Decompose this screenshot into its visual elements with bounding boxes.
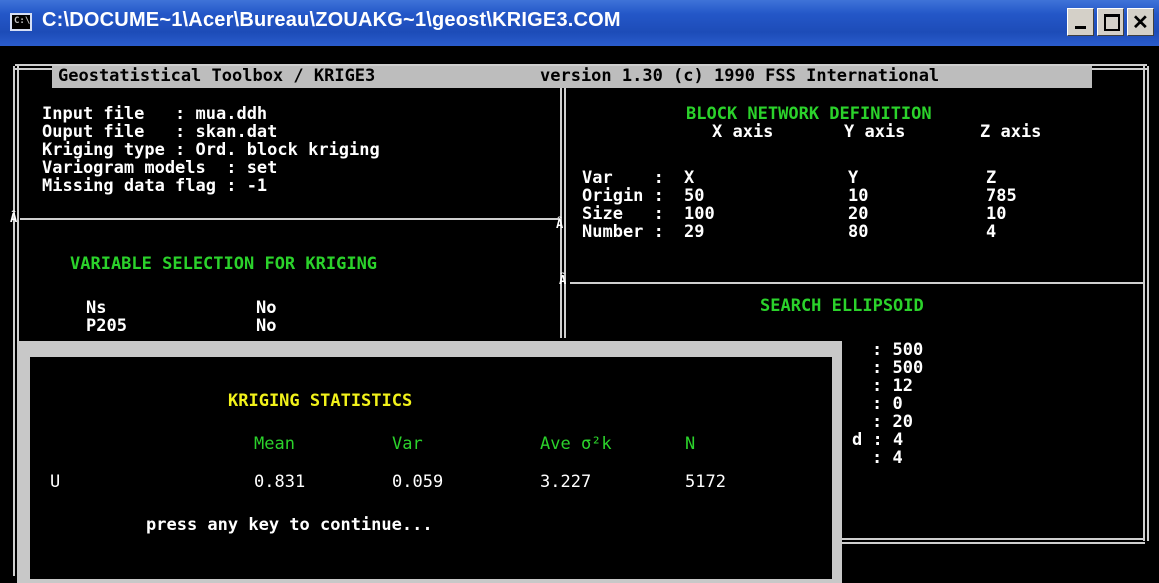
block-network-x: 100 — [684, 204, 715, 224]
search-ellipsoid-value: : 4 — [872, 448, 903, 468]
minimize-icon — [1075, 26, 1086, 29]
variogram-models: Variogram models : set — [42, 158, 278, 178]
header-title: Geostatistical Toolbox / KRIGE3 — [58, 66, 376, 86]
missing-data-flag: Missing data flag : -1 — [42, 176, 268, 196]
stats-col-ave: Ave σ²k — [540, 434, 612, 454]
close-button[interactable]: ✕ — [1127, 8, 1154, 36]
block-network-y: Y — [848, 168, 859, 188]
stats-variable: U — [50, 472, 61, 492]
stats-mean: 0.831 — [254, 472, 306, 492]
center-divider — [560, 88, 566, 338]
variable-value[interactable]: No — [256, 318, 276, 335]
header-version: version 1.30 (c) 1990 FSS International — [540, 66, 940, 86]
block-network-col-z: Z axis — [980, 122, 1042, 142]
block-network-z: 4 — [986, 222, 997, 242]
search-ellipsoid-value: : 0 — [872, 394, 903, 414]
search-ellipsoid-value: : 500 — [872, 358, 924, 378]
block-network-row-label: Var : — [582, 168, 664, 188]
maximize-button[interactable] — [1097, 8, 1124, 36]
block-network-z: Z — [986, 168, 997, 188]
minimize-button[interactable] — [1067, 8, 1094, 36]
window-title: C:\DOCUME~1\Acer\Bureau\ZOUAKG~1\geost\K… — [42, 9, 621, 31]
kriging-statistics-panel: KRIGING STATISTICS Mean Var Ave σ²k N U … — [30, 357, 832, 579]
continue-prompt[interactable]: press any key to continue... — [146, 517, 433, 534]
search-ellipsoid-value: : 500 — [872, 340, 924, 360]
stats-ave: 3.227 — [540, 472, 592, 492]
search-ellipsoid-value: d : 4 — [852, 430, 904, 450]
block-network-row-label: Number : — [582, 222, 664, 242]
block-network-col-y: Y axis — [844, 122, 906, 142]
stats-var: 0.059 — [392, 472, 444, 492]
variable-value[interactable]: No — [256, 300, 276, 317]
kriging-statistics-title: KRIGING STATISTICS — [228, 391, 413, 411]
block-network-y: 10 — [848, 186, 869, 206]
block-network-row-label: Size : — [582, 204, 664, 224]
block-network-row-label: Origin : — [582, 186, 664, 206]
border-marker-right: Â — [559, 273, 567, 287]
block-network-title: BLOCK NETWORK DEFINITION — [686, 104, 932, 124]
right-separator — [570, 282, 1143, 284]
block-network-y: 80 — [848, 222, 869, 242]
console-icon[interactable]: C:\ — [10, 13, 32, 31]
frame-bottom-border — [830, 538, 1145, 544]
variable-name: Ns — [86, 298, 107, 318]
kriging-type: Kriging type : Ord. block kriging — [42, 140, 380, 160]
frame-right-border — [1143, 66, 1149, 541]
stats-col-var: Var — [392, 434, 423, 454]
close-icon: ✕ — [1132, 12, 1149, 34]
search-ellipsoid-value: : 20 — [872, 412, 913, 432]
window-title-bar[interactable]: C:\ C:\DOCUME~1\Acer\Bureau\ZOUAKG~1\geo… — [0, 0, 1159, 46]
maximize-icon — [1104, 14, 1120, 31]
variable-name: P205 — [86, 316, 127, 336]
block-network-x: 50 — [684, 186, 705, 206]
search-ellipsoid-title: SEARCH ELLIPSOID — [760, 296, 924, 316]
variable-selection-title: VARIABLE SELECTION FOR KRIGING — [70, 254, 378, 274]
border-marker-mid: Â — [556, 217, 564, 231]
block-network-z: 785 — [986, 186, 1017, 206]
input-file: Input file : mua.ddh — [42, 104, 268, 124]
kriging-statistics-dialog[interactable]: KRIGING STATISTICS Mean Var Ave σ²k N U … — [17, 341, 842, 583]
block-network-y: 20 — [848, 204, 869, 224]
block-network-z: 10 — [986, 204, 1007, 224]
output-file: Ouput file : skan.dat — [42, 122, 278, 142]
left-separator — [20, 218, 560, 220]
block-network-x: 29 — [684, 222, 705, 242]
block-network-x: X — [684, 168, 695, 188]
console-window[interactable]: Geostatistical Toolbox / KRIGE3 version … — [10, 46, 1159, 583]
border-marker-left: Â — [10, 211, 18, 225]
stats-col-mean: Mean — [254, 434, 295, 454]
stats-n: 5172 — [685, 472, 726, 492]
search-ellipsoid-value: : 12 — [872, 376, 913, 396]
console-icon-text: C:\ — [14, 16, 31, 26]
stats-col-n: N — [685, 434, 696, 454]
block-network-col-x: X axis — [712, 122, 774, 142]
